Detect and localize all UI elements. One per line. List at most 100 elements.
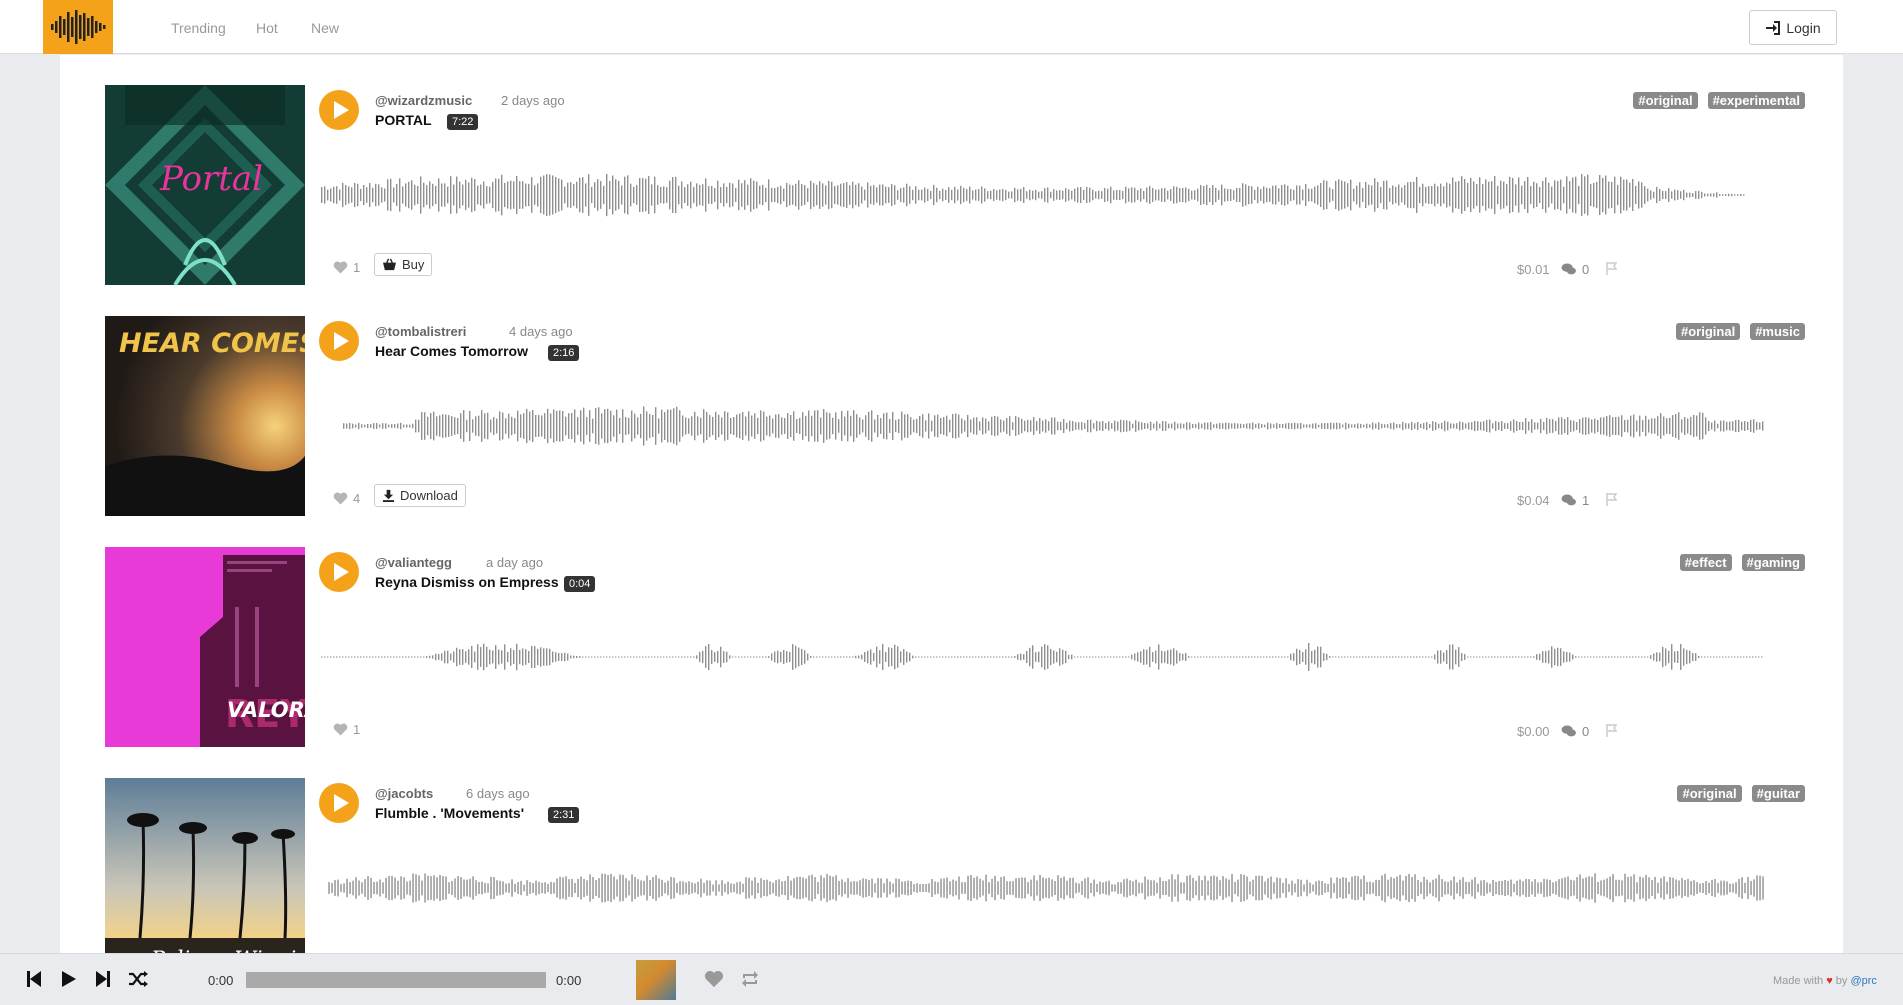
track-age: 4 days ago [509, 324, 573, 339]
like-count: 1 [353, 260, 361, 275]
track-user[interactable]: @tombalistreri [375, 324, 466, 339]
flag-icon[interactable] [1605, 492, 1619, 506]
track-age: a day ago [486, 555, 544, 570]
comments-button[interactable]: 0 [1561, 262, 1589, 277]
buy-button[interactable]: Buy [374, 253, 433, 276]
heart-icon [333, 261, 348, 274]
like-button[interactable]: 4 [333, 491, 360, 506]
sign-in-icon [1766, 20, 1781, 35]
shuffle-icon[interactable] [128, 970, 148, 988]
tag-list: #original #experimental [1633, 92, 1805, 109]
login-button[interactable]: Login [1749, 10, 1837, 45]
like-count: 1 [353, 722, 361, 737]
nav-hot[interactable]: Hot [256, 20, 278, 36]
duration-badge: 7:22 [447, 114, 479, 130]
comments-icon [1561, 494, 1576, 506]
track-cover[interactable]: Portal [105, 85, 305, 285]
tag[interactable]: #gaming [1741, 554, 1805, 571]
current-time: 0:00 [208, 973, 234, 988]
track-user[interactable]: @jacobts [375, 786, 433, 801]
track-age: 2 days ago [501, 93, 565, 108]
flag-icon[interactable] [1605, 723, 1619, 737]
top-navbar: Trending Hot New Login [0, 0, 1903, 54]
download-label: Download [400, 488, 458, 503]
buy-label: Buy [402, 257, 425, 272]
play-button[interactable] [319, 321, 359, 361]
tag[interactable]: #original [1677, 785, 1742, 802]
track-cover[interactable]: HEAR COMES TO [105, 316, 305, 516]
nav-new[interactable]: New [311, 20, 339, 36]
like-button[interactable]: 1 [333, 722, 360, 737]
comments-icon [1561, 725, 1576, 737]
track-title[interactable]: Hear Comes Tomorrow [375, 343, 528, 359]
play-button[interactable] [319, 783, 359, 823]
comments-icon [1561, 263, 1576, 275]
track-user[interactable]: @wizardzmusic [375, 93, 472, 108]
next-icon[interactable] [96, 970, 110, 988]
duration-badge: 2:31 [548, 807, 580, 823]
flag-icon[interactable] [1605, 261, 1619, 275]
tag[interactable]: #music [1750, 323, 1805, 340]
heart-icon: ♥ [1826, 975, 1833, 987]
track-card: Pelican Winni @jacobts 6 days ago Flumbl… [105, 778, 1805, 955]
cover-art-text: Portal [159, 159, 263, 199]
track-price: $0.04 [1517, 493, 1550, 508]
progress-bar[interactable] [246, 972, 546, 988]
track-title[interactable]: Flumble . 'Movements' [375, 805, 524, 821]
made-with-text: Made with [1773, 975, 1824, 987]
download-icon [382, 489, 395, 502]
track-title[interactable]: PORTAL [375, 112, 432, 128]
total-time: 0:00 [556, 973, 582, 988]
waveform-logo-icon [51, 10, 106, 44]
download-button[interactable]: Download [374, 484, 466, 507]
login-label: Login [1786, 19, 1821, 36]
track-age: 6 days ago [466, 786, 530, 801]
previous-icon[interactable] [27, 970, 41, 988]
tag[interactable]: #guitar [1751, 785, 1805, 802]
comments-button[interactable]: 0 [1561, 724, 1589, 739]
basket-icon [383, 258, 396, 271]
repost-icon[interactable] [740, 970, 760, 988]
waveform[interactable] [319, 366, 1785, 506]
comment-count: 1 [1582, 493, 1590, 508]
like-button[interactable]: 1 [333, 260, 360, 275]
play-button[interactable] [319, 90, 359, 130]
footer-credit: Made with ♥ by @prc [1773, 975, 1877, 987]
by-text: by [1835, 975, 1848, 987]
track-price: $0.00 [1517, 724, 1550, 739]
cover-art-text: VALORA [227, 698, 305, 722]
like-count: 4 [353, 491, 361, 506]
tag[interactable]: #experimental [1707, 92, 1805, 109]
waveform[interactable] [319, 597, 1785, 737]
track-card: HEAR COMES TO @tombalistreri 4 days ago … [105, 316, 1805, 518]
track-feed: Portal @wizardzmusic 2 days ago PORTAL 7… [60, 55, 1843, 955]
comment-count: 0 [1582, 262, 1590, 277]
track-user[interactable]: @valiantegg [375, 555, 452, 570]
tag[interactable]: #original [1676, 323, 1741, 340]
author-link[interactable]: @prc [1850, 975, 1876, 987]
comments-button[interactable]: 1 [1561, 493, 1589, 508]
heart-icon[interactable] [704, 970, 724, 988]
play-button[interactable] [319, 552, 359, 592]
audio-player-bar: 0:00 0:00 Made with ♥ by @prc [0, 953, 1903, 1005]
heart-icon [333, 723, 348, 736]
waveform[interactable] [319, 135, 1785, 275]
tag[interactable]: #effect [1679, 554, 1732, 571]
tag[interactable]: #original [1633, 92, 1698, 109]
play-icon[interactable] [61, 970, 77, 988]
nav-trending[interactable]: Trending [171, 20, 226, 36]
track-card: REY VALORA @valiantegg a day ago Reyna D… [105, 547, 1805, 749]
tag-list: #original #guitar [1677, 785, 1805, 802]
waveform[interactable] [319, 828, 1785, 955]
now-playing-thumbnail[interactable] [636, 960, 676, 1000]
duration-badge: 0:04 [564, 576, 596, 592]
heart-icon [333, 492, 348, 505]
track-price: $0.01 [1517, 262, 1550, 277]
track-title[interactable]: Reyna Dismiss on Empress [375, 574, 559, 590]
cover-art-text: HEAR COMES TO [119, 328, 305, 359]
track-cover[interactable]: REY VALORA [105, 547, 305, 747]
logo[interactable] [43, 0, 113, 54]
track-cover[interactable]: Pelican Winni [105, 778, 305, 955]
track-card: Portal @wizardzmusic 2 days ago PORTAL 7… [105, 85, 1805, 287]
comment-count: 0 [1582, 724, 1590, 739]
